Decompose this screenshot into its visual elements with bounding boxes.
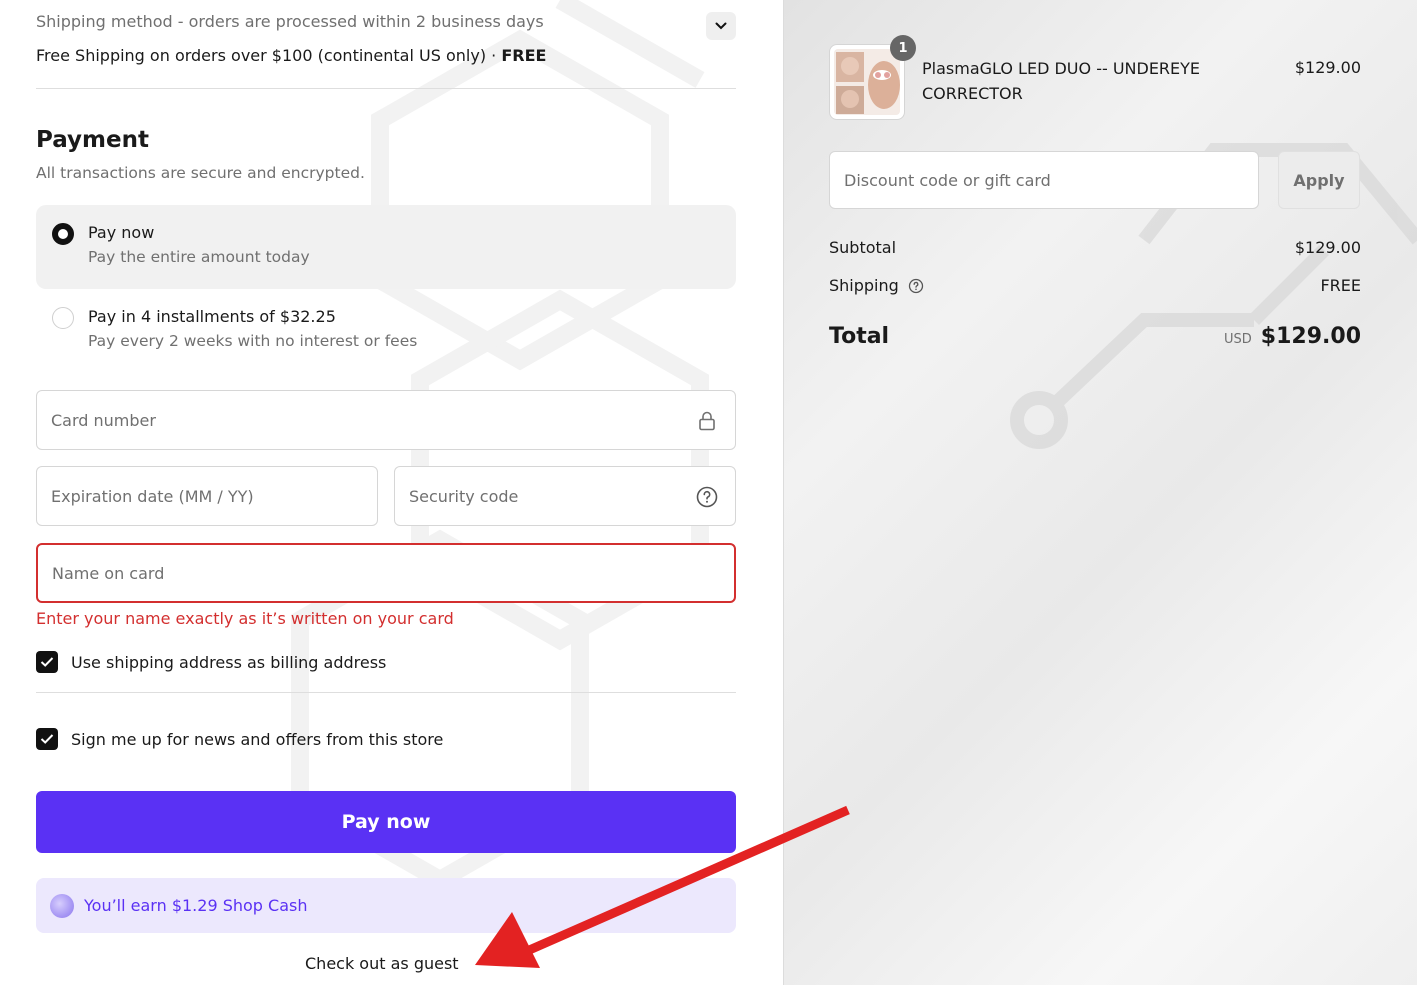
total-row: Total USD $129.00 <box>829 324 1361 349</box>
newsletter-checkbox[interactable] <box>36 728 58 750</box>
product-price: $129.00 <box>1294 58 1361 77</box>
discount-code-input[interactable]: Discount code or gift card <box>829 151 1259 209</box>
billing-address-checkbox-label: Use shipping address as billing address <box>71 652 387 672</box>
order-summary-panel: 1 PlasmaGLO LED DUO -- UNDEREYE CORRECTO… <box>783 0 1417 985</box>
total-amount: $129.00 <box>1260 324 1361 349</box>
apply-discount-button[interactable]: Apply <box>1278 151 1360 209</box>
product-thumbnail: 1 <box>829 35 916 120</box>
background-molecule-pattern <box>1010 143 1417 449</box>
card-number-placeholder: Card number <box>51 410 156 430</box>
shipping-method-label: Shipping method - orders are processed w… <box>36 12 544 31</box>
divider <box>36 88 736 89</box>
shipping-label: Shipping <box>829 276 899 295</box>
shop-cash-icon <box>50 893 74 918</box>
checkmark-icon <box>40 657 54 667</box>
total-label: Total <box>829 324 890 349</box>
shipping-separator: · <box>491 46 497 65</box>
billing-address-checkbox-row[interactable]: Use shipping address as billing address <box>36 651 386 673</box>
shipping-option-label: Free Shipping on orders over $100 (conti… <box>36 46 487 65</box>
help-icon[interactable] <box>908 278 924 294</box>
question-mark-icon[interactable] <box>695 485 719 509</box>
payment-option-title: Pay in 4 installments of $32.25 <box>88 307 336 326</box>
shipping-value: FREE <box>1320 276 1361 295</box>
shipping-method-row: Shipping method - orders are processed w… <box>36 12 736 40</box>
quantity-badge: 1 <box>890 35 916 61</box>
shipping-row: Shipping FREE <box>829 276 1361 295</box>
checkmark-icon <box>40 734 54 744</box>
shop-cash-text: You’ll earn $1.29 Shop Cash <box>84 896 308 915</box>
payment-option-title: Pay now <box>88 223 155 242</box>
billing-address-checkbox[interactable] <box>36 651 58 673</box>
shipping-option-price: FREE <box>501 46 547 65</box>
subtotal-label: Subtotal <box>829 238 897 257</box>
product-image <box>834 49 900 115</box>
lock-icon <box>699 411 715 431</box>
discount-code-placeholder: Discount code or gift card <box>844 170 1051 190</box>
check-out-as-guest-link[interactable]: Check out as guest <box>305 954 459 973</box>
payment-option-pay-now[interactable]: Pay now Pay the entire amount today <box>36 205 736 289</box>
currency-code: USD <box>1224 332 1252 347</box>
name-on-card-field[interactable]: Name on card <box>36 543 736 603</box>
product-name: PlasmaGLO LED DUO -- UNDEREYE CORRECTOR <box>922 59 1201 103</box>
subtotal-value: $129.00 <box>1294 238 1361 257</box>
name-on-card-placeholder: Name on card <box>52 563 165 583</box>
payment-subtitle: All transactions are secure and encrypte… <box>36 164 365 182</box>
chevron-down-icon <box>715 22 727 30</box>
newsletter-checkbox-row[interactable]: Sign me up for news and offers from this… <box>36 728 443 750</box>
payment-option-desc: Pay every 2 weeks with no interest or fe… <box>88 332 418 350</box>
payment-option-desc: Pay the entire amount today <box>88 248 310 266</box>
radio-installments[interactable] <box>52 307 74 329</box>
radio-pay-now[interactable] <box>52 223 74 245</box>
security-code-field[interactable]: Security code <box>394 466 736 526</box>
subtotal-row: Subtotal $129.00 <box>829 238 1361 257</box>
shipping-option-line: Free Shipping on orders over $100 (conti… <box>36 46 546 65</box>
payment-title: Payment <box>36 127 149 153</box>
divider <box>36 692 736 693</box>
expiration-date-field[interactable]: Expiration date (MM / YY) <box>36 466 378 526</box>
shipping-expand-button[interactable] <box>706 12 736 40</box>
name-on-card-error: Enter your name exactly as it’s written … <box>36 609 454 628</box>
newsletter-checkbox-label: Sign me up for news and offers from this… <box>71 729 444 749</box>
security-code-placeholder: Security code <box>409 486 519 506</box>
payment-option-installments[interactable]: Pay in 4 installments of $32.25 Pay ever… <box>36 289 736 373</box>
red-arrow-annotation <box>475 805 850 968</box>
expiration-date-placeholder: Expiration date (MM / YY) <box>51 486 254 506</box>
card-number-field[interactable]: Card number <box>36 390 736 450</box>
